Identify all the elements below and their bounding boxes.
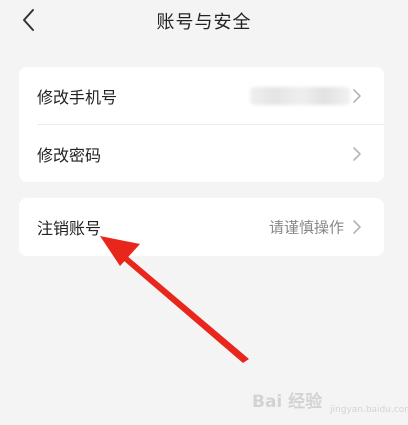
chevron-right-icon [352, 219, 362, 235]
masked-phone-number [250, 86, 350, 105]
baidu-watermark: Bai 经验 jingyan.baidu.com [252, 381, 408, 417]
delete-account-hint: 请谨慎操作 [268, 218, 344, 237]
watermark-subtext: jingyan.baidu.com [330, 405, 408, 415]
change-password-row[interactable]: 修改密码 [19, 125, 384, 182]
chevron-right-icon [352, 146, 362, 162]
change-phone-row[interactable]: 修改手机号 [19, 67, 384, 124]
delete-account-row[interactable]: 注销账号 请谨慎操作 [19, 198, 384, 256]
change-phone-label: 修改手机号 [37, 87, 118, 107]
account-deletion-card: 注销账号 请谨慎操作 [19, 198, 384, 256]
arrow-shaft [116, 250, 249, 363]
delete-account-label: 注销账号 [37, 219, 102, 238]
account-settings-card: 修改手机号 修改密码 [19, 67, 384, 182]
change-password-label: 修改密码 [37, 145, 102, 165]
nav-header: 账号与安全 [0, 0, 408, 44]
chevron-right-icon [352, 88, 362, 104]
watermark-text: Bai 经验 [252, 392, 323, 412]
page-title: 账号与安全 [156, 12, 252, 33]
